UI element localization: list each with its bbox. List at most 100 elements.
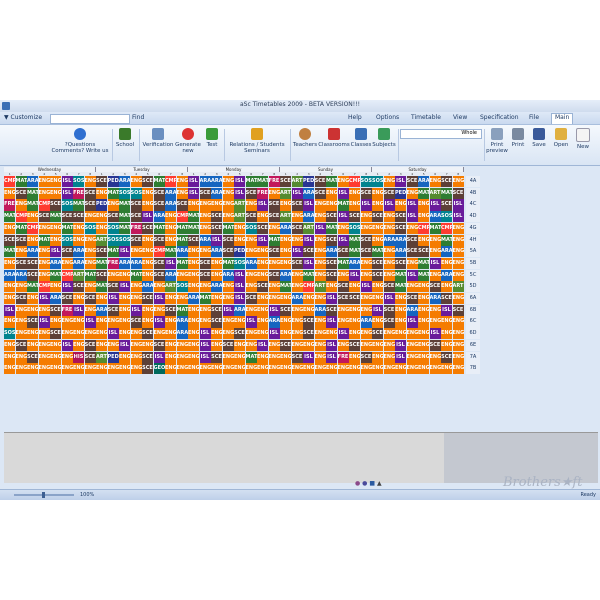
lesson-card[interactable]: SCE xyxy=(291,351,303,363)
lesson-card[interactable]: SCE xyxy=(372,257,383,270)
lesson-card[interactable]: SCE xyxy=(291,257,303,270)
lesson-card[interactable]: MAT xyxy=(107,187,119,199)
lesson-card[interactable]: ENG xyxy=(234,339,245,351)
lesson-card[interactable]: SCE xyxy=(142,222,153,234)
lesson-card[interactable]: ENG xyxy=(211,363,222,375)
lesson-card[interactable]: ENG xyxy=(142,234,153,246)
lesson-card[interactable]: HIS xyxy=(73,351,84,363)
lesson-card[interactable]: MAT xyxy=(4,246,15,258)
lesson-card[interactable]: ISL xyxy=(360,281,372,293)
lesson-card[interactable]: ISL xyxy=(153,316,165,328)
lesson-card[interactable]: ENG xyxy=(222,328,234,340)
lesson-card[interactable]: ENG xyxy=(84,257,96,270)
lesson-card[interactable]: ENG xyxy=(383,269,395,281)
zoom-slider-handle[interactable] xyxy=(42,492,45,498)
lesson-card[interactable]: ENG xyxy=(291,363,303,375)
lesson-card[interactable]: SCE xyxy=(107,281,119,293)
lesson-card[interactable]: ENG xyxy=(199,304,211,316)
lesson-card[interactable]: ENG xyxy=(349,328,360,340)
lesson-card[interactable]: FRE xyxy=(107,257,119,270)
lesson-card[interactable]: ISL xyxy=(234,269,245,281)
timetable-type-select[interactable]: Whole xyxy=(400,129,482,139)
lesson-card[interactable]: ARA xyxy=(142,281,153,293)
lesson-card[interactable]: SCE xyxy=(395,222,406,234)
class-label-5d[interactable]: 5D xyxy=(466,281,480,293)
lesson-card[interactable]: ISL xyxy=(406,269,418,281)
lesson-card[interactable]: MAT xyxy=(418,257,429,270)
lesson-card[interactable]: ART xyxy=(165,281,176,293)
lesson-card[interactable]: ARA xyxy=(176,246,188,258)
lesson-card[interactable]: ENG xyxy=(38,328,50,340)
lesson-card[interactable]: ENG xyxy=(38,304,50,316)
lesson-card[interactable]: CMP xyxy=(441,222,452,234)
lesson-card[interactable]: SCE xyxy=(429,281,441,293)
lesson-card[interactable]: ISL xyxy=(291,246,303,258)
lesson-card[interactable]: ENG xyxy=(337,176,349,188)
lesson-card[interactable]: SCE xyxy=(142,293,153,305)
lesson-card[interactable]: SCE xyxy=(142,363,153,375)
lesson-card[interactable]: ENG xyxy=(119,316,130,328)
lesson-card[interactable]: ENG xyxy=(418,304,429,316)
class-label-4d[interactable]: 4D xyxy=(466,211,480,223)
lesson-card[interactable]: ENG xyxy=(96,211,107,223)
lesson-card[interactable]: ARA xyxy=(96,304,107,316)
lesson-card[interactable]: MAT xyxy=(429,222,441,234)
lesson-card[interactable]: ENG xyxy=(245,199,257,211)
lesson-card[interactable]: MAT xyxy=(119,211,130,223)
lesson-card[interactable]: ENG xyxy=(441,316,452,328)
lesson-card[interactable]: ENG xyxy=(130,281,142,293)
lesson-card[interactable]: ENG xyxy=(372,351,383,363)
lesson-card[interactable]: ISL xyxy=(257,199,268,211)
lesson-card[interactable]: ARA xyxy=(153,211,165,223)
lesson-card[interactable]: SOS xyxy=(73,176,84,188)
lesson-card[interactable]: ENG xyxy=(429,351,441,363)
lesson-card[interactable]: ENG xyxy=(418,363,429,375)
lesson-card[interactable]: ENG xyxy=(406,281,418,293)
lesson-card[interactable]: ISL xyxy=(199,328,211,340)
lesson-card[interactable]: ENG xyxy=(27,293,38,305)
lesson-card[interactable]: ENG xyxy=(119,351,130,363)
lesson-card[interactable]: SCE xyxy=(291,222,303,234)
lesson-card[interactable]: ENG xyxy=(406,363,418,375)
lesson-card[interactable]: ENG xyxy=(199,211,211,223)
lesson-card[interactable]: SCE xyxy=(406,246,418,258)
lesson-card[interactable]: ART xyxy=(280,211,291,223)
lesson-card[interactable]: ARA xyxy=(199,176,211,188)
lesson-card[interactable]: ENG xyxy=(222,363,234,375)
lesson-card[interactable]: ART xyxy=(291,176,303,188)
lesson-card[interactable]: ARA xyxy=(27,176,38,188)
lesson-card[interactable]: SCE xyxy=(372,269,383,281)
lesson-card[interactable]: ENG xyxy=(199,246,211,258)
lesson-card[interactable]: SCE xyxy=(245,293,257,305)
lesson-card[interactable]: SCE xyxy=(27,257,38,270)
lesson-card[interactable]: ARA xyxy=(349,257,360,270)
lesson-card[interactable]: ENG xyxy=(245,281,257,293)
lesson-card[interactable]: ENG xyxy=(303,293,314,305)
lesson-card[interactable]: ISL xyxy=(303,257,314,270)
lesson-card[interactable]: ISL xyxy=(429,257,441,270)
classes-button[interactable]: Classes xyxy=(350,128,372,148)
lesson-card[interactable]: SCE xyxy=(360,187,372,199)
lesson-card[interactable]: MAT xyxy=(349,246,360,258)
lesson-card[interactable]: ENG xyxy=(84,363,96,375)
lesson-card[interactable]: MAT xyxy=(27,187,38,199)
lesson-card[interactable]: ENG xyxy=(153,281,165,293)
lesson-card[interactable]: MAT xyxy=(96,257,107,270)
lesson-card[interactable]: MAT xyxy=(176,222,188,234)
lesson-card[interactable]: ENG xyxy=(280,293,291,305)
lesson-card[interactable]: ENG xyxy=(280,234,291,246)
lesson-card[interactable]: SCE xyxy=(130,199,142,211)
lesson-card[interactable]: ENG xyxy=(429,316,441,328)
lesson-card[interactable]: ENG xyxy=(349,363,360,375)
lesson-card[interactable]: ISL xyxy=(38,293,50,305)
lesson-card[interactable]: SOS xyxy=(176,281,188,293)
lesson-card[interactable]: ENG xyxy=(372,363,383,375)
class-label-7b[interactable]: 7B xyxy=(466,363,480,375)
lesson-card[interactable]: ENG xyxy=(314,363,326,375)
lesson-card[interactable]: ARA xyxy=(418,176,429,188)
lesson-card[interactable]: SCE xyxy=(73,211,84,223)
lesson-card[interactable]: ENG xyxy=(395,363,406,375)
lesson-card[interactable]: ARA xyxy=(383,234,395,246)
lesson-card[interactable]: ENG xyxy=(337,339,349,351)
lesson-card[interactable]: SCE xyxy=(383,187,395,199)
